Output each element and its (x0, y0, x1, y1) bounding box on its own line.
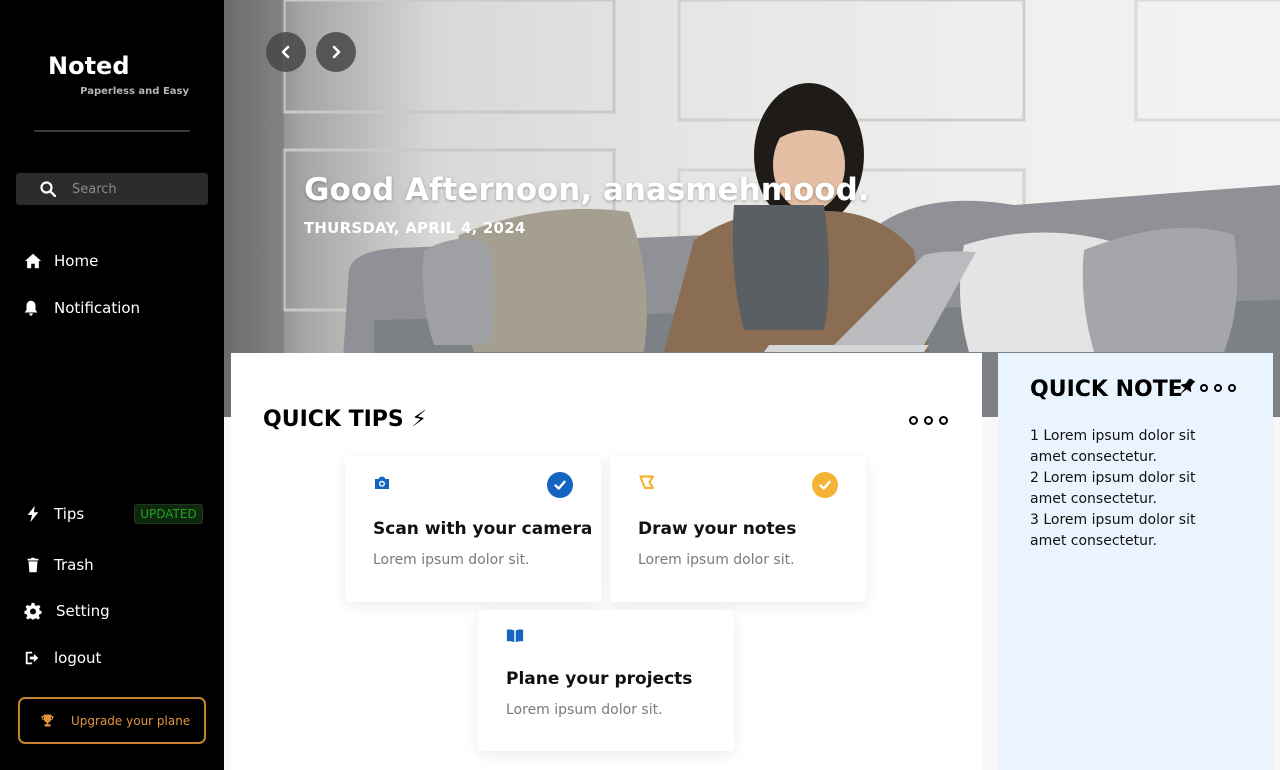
chevron-left-icon (281, 45, 290, 59)
sidebar: Noted Paperless and Easy Home Notificati… (0, 0, 224, 770)
app-tagline: Paperless and Easy (80, 86, 189, 97)
logout-icon (22, 648, 44, 668)
home-icon (22, 251, 44, 271)
tip-card-desc: Lorem ipsum dolor sit. (373, 552, 530, 568)
sidebar-item-label: Tips (54, 505, 85, 523)
app-logo[interactable]: Noted (48, 52, 130, 80)
carousel-prev-button[interactable] (266, 32, 306, 72)
sidebar-item-tips[interactable]: Tips UPDATED (22, 504, 203, 524)
sidebar-item-setting[interactable]: Setting (22, 601, 110, 621)
app-root: Noted Paperless and Easy Home Notificati… (0, 0, 1280, 770)
tip-card-title: Scan with your camera (373, 519, 593, 539)
dot-icon (939, 416, 948, 425)
dot-icon (1200, 384, 1208, 392)
tip-card-title: Draw your notes (638, 519, 797, 539)
sidebar-item-trash[interactable]: Trash (22, 555, 94, 575)
search-box[interactable] (16, 173, 208, 205)
sidebar-item-label: Notification (54, 299, 141, 317)
note-list[interactable]: 1 Lorem ipsum dolor sit amet consectetur… (1030, 426, 1230, 552)
tip-card-scan[interactable]: Scan with your camera Lorem ipsum dolor … (345, 456, 601, 602)
tip-card-draw[interactable]: Draw your notes Lorem ipsum dolor sit. (610, 456, 866, 602)
sidebar-item-label: logout (54, 649, 102, 667)
check-icon (812, 472, 838, 498)
sidebar-divider (34, 130, 190, 132)
note-options-button[interactable] (1200, 384, 1236, 392)
draw-icon (639, 475, 655, 490)
tip-card-projects[interactable]: Plane your projects Lorem ipsum dolor si… (478, 610, 734, 751)
quick-note-title-text: QUICK NOTE (1030, 377, 1183, 402)
note-item: 1 Lorem ipsum dolor sit amet consectetur… (1030, 428, 1196, 465)
bell-icon (22, 298, 40, 318)
dot-icon (1214, 384, 1222, 392)
quick-note-panel: QUICK NOTE 1 Lorem ipsum dolor sit amet … (998, 353, 1273, 770)
more-options-button[interactable] (909, 416, 948, 425)
search-input[interactable] (72, 181, 192, 197)
trophy-icon (41, 714, 54, 727)
tip-card-desc: Lorem ipsum dolor sit. (638, 552, 795, 568)
upgrade-label: Upgrade your plane (71, 713, 191, 728)
pin-icon[interactable] (1178, 377, 1196, 397)
sidebar-item-logout[interactable]: logout (22, 648, 101, 668)
dot-icon (909, 416, 918, 425)
note-item: 2 Lorem ipsum dolor sit amet consectetur… (1030, 470, 1196, 507)
note-item: 3 Lorem ipsum dolor sit amet consectetur… (1030, 512, 1196, 549)
current-date: THURSDAY, APRIL 4, 2024 (304, 219, 526, 237)
check-icon (547, 472, 573, 498)
greeting-title: Good Afternoon, anasmehmood. (304, 172, 870, 208)
chevron-right-icon (332, 45, 341, 59)
carousel-next-button[interactable] (316, 32, 356, 72)
search-icon (40, 181, 56, 197)
sidebar-item-home[interactable]: Home (22, 251, 98, 271)
bolt-icon (22, 504, 44, 524)
sidebar-item-label: Trash (54, 556, 94, 574)
sidebar-item-notification[interactable]: Notification (22, 298, 140, 318)
upgrade-button[interactable]: Upgrade your plane (18, 697, 206, 744)
camera-icon (375, 476, 389, 489)
tip-card-title: Plane your projects (506, 669, 693, 689)
quick-tips-panel: QUICK TIPS ⚡ Scan with your camera Lorem… (231, 353, 982, 770)
dot-icon (924, 416, 933, 425)
status-badge: UPDATED (134, 504, 203, 524)
dot-icon (1228, 384, 1236, 392)
gear-icon (22, 601, 44, 621)
tip-card-desc: Lorem ipsum dolor sit. (506, 702, 663, 718)
quick-note-title: QUICK NOTE (1030, 377, 1183, 402)
sidebar-item-label: Home (54, 252, 99, 270)
quick-tips-title: QUICK TIPS ⚡ (263, 407, 427, 432)
book-icon (506, 629, 524, 643)
sidebar-item-label: Setting (56, 602, 110, 620)
trash-icon (22, 555, 44, 575)
